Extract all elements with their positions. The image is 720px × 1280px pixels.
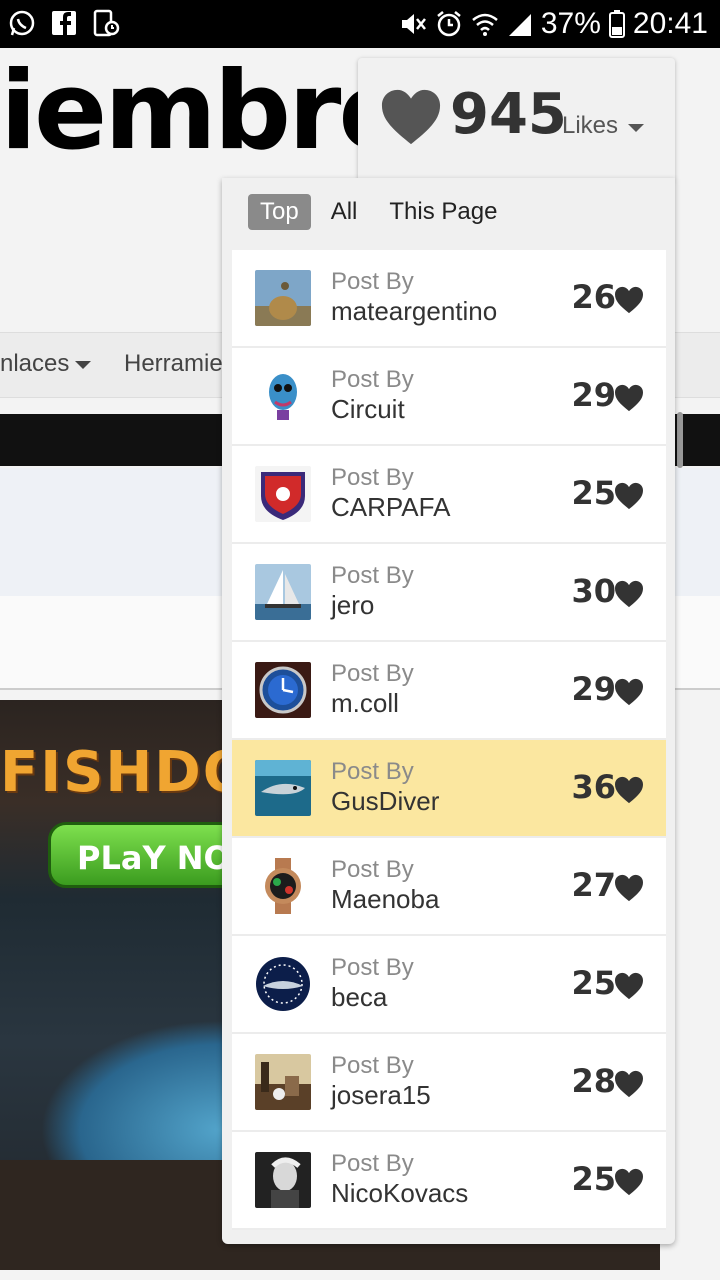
mute-icon [401, 14, 426, 34]
heart-icon [615, 1070, 643, 1098]
chevron-down-icon [628, 124, 644, 132]
list-item[interactable]: Post By Maenoba 27 [232, 838, 666, 936]
scrollbar[interactable] [677, 412, 683, 468]
like-count: 25 [571, 474, 616, 512]
like-count: 29 [571, 376, 616, 414]
likes-dropdown: Top All This Page Post By mateargentino … [222, 178, 675, 1244]
phone-app-icon [93, 9, 120, 37]
username[interactable]: josera15 [331, 1080, 431, 1111]
avatar [255, 662, 311, 718]
like-count: 25 [571, 1160, 616, 1198]
list-item[interactable]: Post By josera15 28 [232, 1034, 666, 1132]
tab-top[interactable]: Top [248, 194, 311, 230]
heart-icon [615, 482, 643, 510]
avatar [255, 1152, 311, 1208]
list-item[interactable]: Post By beca 25 [232, 936, 666, 1034]
list-item[interactable]: Post By jero 30 [232, 544, 666, 642]
heart-icon [615, 874, 643, 902]
username[interactable]: jero [331, 590, 374, 621]
clock: 20:41 [632, 7, 708, 40]
username[interactable]: Maenoba [331, 884, 439, 915]
username[interactable]: GusDiver [331, 786, 439, 817]
heart-icon [615, 580, 643, 608]
list-item[interactable]: Post By mateargentino 26 [232, 250, 666, 348]
avatar [255, 1054, 311, 1110]
signal-icon [508, 14, 531, 36]
facebook-icon [52, 11, 76, 35]
avatar [255, 956, 311, 1012]
alarm-icon [437, 11, 461, 37]
likes-button[interactable]: 945 Likes [358, 58, 675, 182]
page-title: iembre [0, 49, 412, 174]
post-by-label: Post By [331, 1052, 414, 1079]
top-posts-list: Post By mateargentino 26 Post By Circuit… [232, 250, 666, 1230]
list-item[interactable]: Post By m.coll 29 [232, 642, 666, 740]
avatar [255, 270, 311, 326]
avatar [255, 564, 311, 620]
username[interactable]: NicoKovacs [331, 1178, 468, 1209]
like-count: 29 [571, 670, 616, 708]
banner-logo: FISHDO [0, 740, 253, 805]
heart-icon [615, 776, 643, 804]
tab-bar: Top All This Page [248, 194, 517, 230]
list-item[interactable]: Post By NicoKovacs 25 [232, 1132, 666, 1230]
chevron-down-icon [75, 360, 92, 369]
heart-icon [615, 678, 643, 706]
like-count: 36 [571, 768, 616, 806]
battery-percent: 37% [540, 7, 601, 40]
like-count: 25 [571, 964, 616, 1002]
post-by-label: Post By [331, 366, 414, 393]
avatar [255, 858, 311, 914]
post-by-label: Post By [331, 954, 414, 981]
likes-label: Likes [562, 112, 619, 139]
heart-icon [615, 972, 643, 1000]
like-count: 26 [571, 278, 616, 316]
post-by-label: Post By [331, 562, 414, 589]
post-by-label: Post By [331, 660, 414, 687]
username[interactable]: CARPAFA [331, 492, 450, 523]
wifi-icon [472, 13, 498, 36]
list-item[interactable]: Post By GusDiver 36 [232, 740, 666, 838]
username[interactable]: mateargentino [331, 296, 497, 327]
post-by-label: Post By [331, 1150, 414, 1177]
post-by-label: Post By [331, 268, 414, 295]
list-item[interactable]: Post By Circuit 29 [232, 348, 666, 446]
username[interactable]: Circuit [331, 394, 405, 425]
nav-herramientas[interactable]: Herramie [124, 350, 223, 378]
heart-icon [615, 384, 643, 412]
heart-icon [381, 89, 441, 145]
nav-enlaces[interactable]: nlaces [0, 350, 92, 378]
post-by-label: Post By [331, 758, 414, 785]
likes-count: 945 [450, 82, 567, 147]
avatar [255, 368, 311, 424]
post-by-label: Post By [331, 464, 414, 491]
like-count: 27 [571, 866, 616, 904]
username[interactable]: beca [331, 982, 387, 1013]
tab-all[interactable]: All [319, 194, 370, 230]
heart-icon [615, 1168, 643, 1196]
whatsapp-icon [9, 10, 35, 36]
post-by-label: Post By [331, 856, 414, 883]
battery-icon [608, 10, 625, 38]
nav-enlaces-label: nlaces [0, 350, 70, 377]
heart-icon [615, 286, 643, 314]
like-count: 30 [571, 572, 616, 610]
avatar [255, 466, 311, 522]
like-count: 28 [571, 1062, 616, 1100]
username[interactable]: m.coll [331, 688, 399, 719]
avatar [255, 760, 311, 816]
tab-this-page[interactable]: This Page [377, 194, 509, 230]
status-bar: 37% 20:41 [0, 0, 720, 48]
list-item[interactable]: Post By CARPAFA 25 [232, 446, 666, 544]
